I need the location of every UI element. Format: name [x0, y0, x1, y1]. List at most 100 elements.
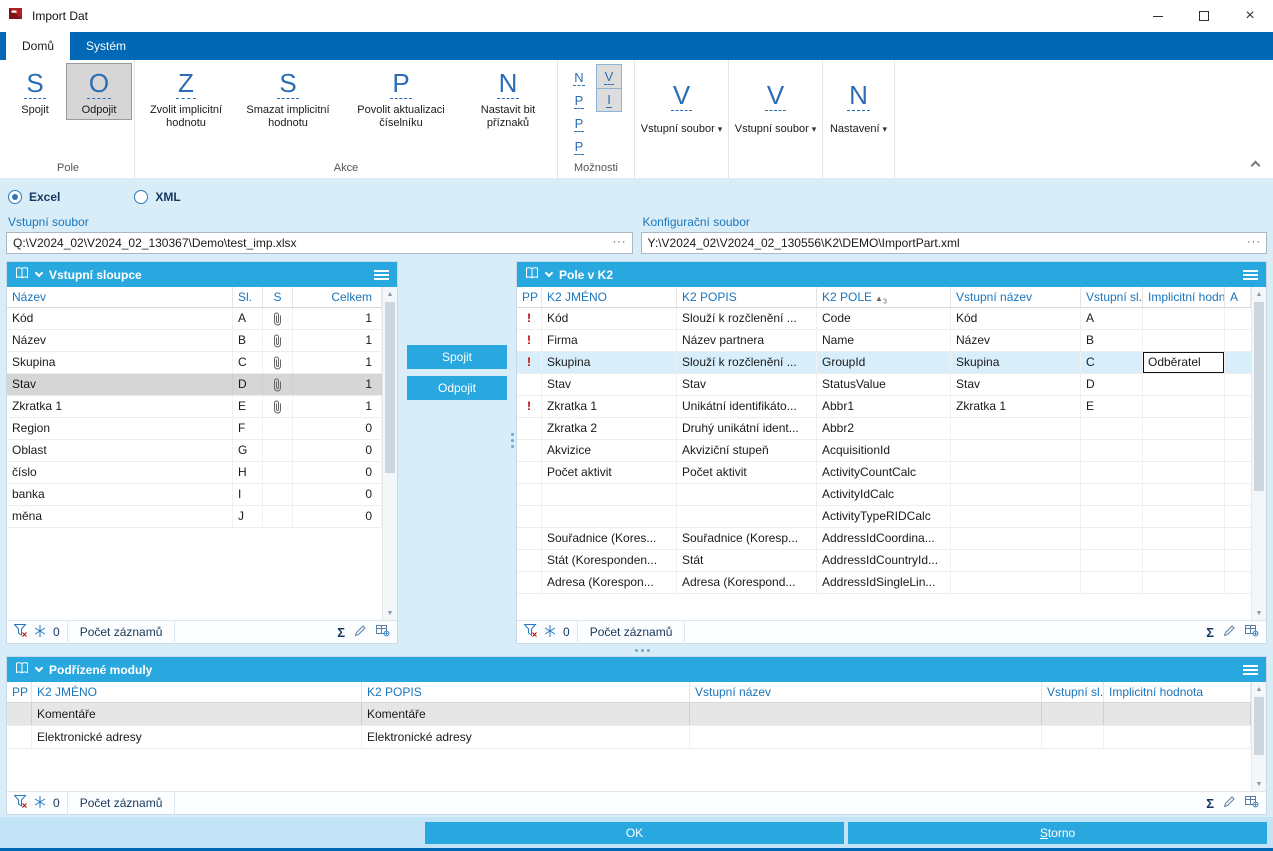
filter-icon[interactable] — [13, 795, 27, 811]
moznosti-option-p3[interactable]: P — [568, 136, 590, 158]
cancel-button[interactable]: Storno — [848, 821, 1267, 844]
column-header-a[interactable]: A — [1225, 287, 1251, 307]
scrollbar[interactable]: ▲ ▼ — [1251, 682, 1266, 791]
column-header-vstupni-sl[interactable]: Vstupní sl. — [1081, 287, 1143, 307]
scroll-thumb[interactable] — [1254, 697, 1264, 756]
column-header-vstupni-sl[interactable]: Vstupní sl. — [1042, 682, 1104, 702]
tab-domu[interactable]: Domů — [6, 32, 71, 60]
maximize-button[interactable] — [1181, 0, 1227, 32]
nastaveni-dropdown[interactable]: N Nastavení ▾ — [823, 60, 895, 178]
filter-icon[interactable] — [13, 624, 27, 640]
table-row[interactable]: Stav D 1 — [7, 374, 382, 396]
column-header-k2-jmeno[interactable]: K2 JMÉNO — [32, 682, 362, 702]
table-row[interactable]: Skupina C 1 — [7, 352, 382, 374]
scroll-up-icon[interactable]: ▲ — [1252, 682, 1266, 696]
smazat-implicitni-button[interactable]: S Smazat implicitní hodnotu — [236, 64, 340, 132]
povolit-aktualizaci-button[interactable]: P Povolit aktualizaci číselníku — [342, 64, 460, 132]
moznosti-option-i[interactable]: I — [597, 88, 621, 111]
table-row[interactable]: měna J 0 — [7, 506, 382, 528]
column-header-vstupni-nazev[interactable]: Vstupní název — [690, 682, 1042, 702]
sum-icon[interactable]: Σ — [1206, 625, 1214, 640]
moznosti-option-p1[interactable]: P — [568, 90, 590, 112]
table-row[interactable]: Komentáře Komentáře — [7, 703, 1251, 726]
scroll-thumb[interactable] — [1254, 302, 1264, 492]
snowflake-icon[interactable] — [34, 624, 46, 640]
column-header-pp[interactable]: PP — [7, 682, 32, 702]
table-row[interactable]: Oblast G 0 — [7, 440, 382, 462]
input-file-field[interactable] — [7, 233, 632, 253]
cell-editor[interactable]: Odběratel — [1143, 352, 1225, 373]
table-row[interactable]: Souřadnice (Kores... Souřadnice (Koresp..… — [517, 528, 1251, 550]
table-row[interactable]: Stav Stav StatusValue Stav D — [517, 374, 1251, 396]
edit-icon[interactable] — [1223, 795, 1236, 811]
table-row[interactable]: ! Kód Slouží k rozčlenění ... Code Kód A — [517, 308, 1251, 330]
tab-system[interactable]: Systém — [70, 32, 142, 60]
minimize-button[interactable] — [1135, 0, 1181, 32]
table-row[interactable]: Zkratka 1E 1 — [7, 396, 382, 418]
browse-input-file-button[interactable]: ··· — [611, 235, 629, 251]
horizontal-splitter[interactable] — [0, 644, 1273, 656]
table-row[interactable]: ! Firma Název partnera Name Název B — [517, 330, 1251, 352]
table-row[interactable]: Počet aktivit Počet aktivit ActivityCountC… — [517, 462, 1251, 484]
table-row[interactable]: Kód A 1 — [7, 308, 382, 330]
panel-menu-icon[interactable] — [374, 268, 389, 282]
odpojit-button[interactable]: Odpojit — [407, 376, 507, 400]
column-header-vstupni-nazev[interactable]: Vstupní název — [951, 287, 1081, 307]
column-header-s[interactable]: S — [263, 287, 293, 307]
odpojit-ribbon-button[interactable]: O Odpojit — [66, 63, 132, 120]
panel-menu-icon[interactable] — [1243, 268, 1258, 282]
edit-icon[interactable] — [354, 624, 367, 640]
grid-settings-icon[interactable] — [1245, 795, 1259, 811]
scrollbar[interactable]: ▲ ▼ — [1251, 287, 1266, 620]
column-header-sl[interactable]: Sl. — [233, 287, 263, 307]
column-header-pp[interactable]: PP — [517, 287, 542, 307]
table-row[interactable]: ! Skupina Slouží k rozčlenění ... GroupId Sk… — [517, 352, 1251, 374]
moznosti-option-n[interactable]: N — [568, 67, 590, 89]
column-header-implicitni[interactable]: Implicitní hodnota — [1143, 287, 1225, 307]
nastavit-bit-button[interactable]: N Nastavit bit příznaků — [462, 64, 554, 132]
table-row[interactable]: číslo H 0 — [7, 462, 382, 484]
table-row[interactable]: Region F 0 — [7, 418, 382, 440]
chevron-down-icon[interactable] — [34, 268, 44, 277]
column-header-nazev[interactable]: Název — [7, 287, 233, 307]
edit-icon[interactable] — [1223, 624, 1236, 640]
panel-menu-icon[interactable] — [1243, 663, 1258, 677]
sum-icon[interactable]: Σ — [1206, 796, 1214, 811]
table-row[interactable]: ActivityTypeRIDCalc — [517, 506, 1251, 528]
scrollbar[interactable]: ▲ ▼ — [382, 287, 397, 620]
spojit-button[interactable]: Spojit — [407, 345, 507, 369]
radio-excel[interactable]: Excel — [8, 190, 60, 204]
zvolit-implicitni-button[interactable]: Z Zvolit implicitní hodnotu — [138, 64, 234, 132]
column-header-k2-pole[interactable]: K2 POLE ▲3 — [817, 287, 951, 307]
browse-config-file-button[interactable]: ··· — [1245, 235, 1263, 251]
scroll-up-icon[interactable]: ▲ — [383, 287, 397, 301]
vstupni-soubor-dropdown-2[interactable]: V Vstupní soubor ▾ — [729, 60, 823, 178]
table-row[interactable]: Název B 1 — [7, 330, 382, 352]
close-button[interactable]: × — [1227, 0, 1273, 32]
column-header-k2-popis[interactable]: K2 POPIS — [362, 682, 690, 702]
spojit-ribbon-button[interactable]: S Spojit — [5, 64, 65, 119]
radio-xml[interactable]: XML — [134, 190, 181, 204]
ok-button[interactable]: OK — [425, 821, 844, 844]
table-row[interactable]: Stát (Koresponden... Stát AddressIdCountry… — [517, 550, 1251, 572]
vertical-splitter-handle[interactable] — [511, 433, 514, 436]
sum-icon[interactable]: Σ — [337, 625, 345, 640]
grid-settings-icon[interactable] — [1245, 624, 1259, 640]
column-header-implicitni-hodnota[interactable]: Implicitní hodnota — [1104, 682, 1251, 702]
moznosti-option-v[interactable]: V — [597, 65, 621, 88]
filter-icon[interactable] — [523, 624, 537, 640]
table-row[interactable]: banka I 0 — [7, 484, 382, 506]
column-header-k2-jmeno[interactable]: K2 JMÉNO — [542, 287, 677, 307]
table-row[interactable]: Adresa (Korespon... Adresa (Korespond... A… — [517, 572, 1251, 594]
moznosti-option-p2[interactable]: P — [568, 113, 590, 135]
scroll-down-icon[interactable]: ▼ — [383, 606, 397, 620]
scroll-up-icon[interactable]: ▲ — [1252, 287, 1266, 301]
table-row[interactable]: Elektronické adresy Elektronické adresy — [7, 726, 1251, 749]
config-file-field[interactable] — [641, 233, 1266, 253]
snowflake-icon[interactable] — [544, 624, 556, 640]
vstupni-soubor-dropdown-1[interactable]: V Vstupní soubor ▾ — [635, 60, 729, 178]
snowflake-icon[interactable] — [34, 795, 46, 811]
scroll-down-icon[interactable]: ▼ — [1252, 606, 1266, 620]
table-row[interactable]: Akvizice Akviziční stupeň AcquisitionId — [517, 440, 1251, 462]
scroll-down-icon[interactable]: ▼ — [1252, 777, 1266, 791]
